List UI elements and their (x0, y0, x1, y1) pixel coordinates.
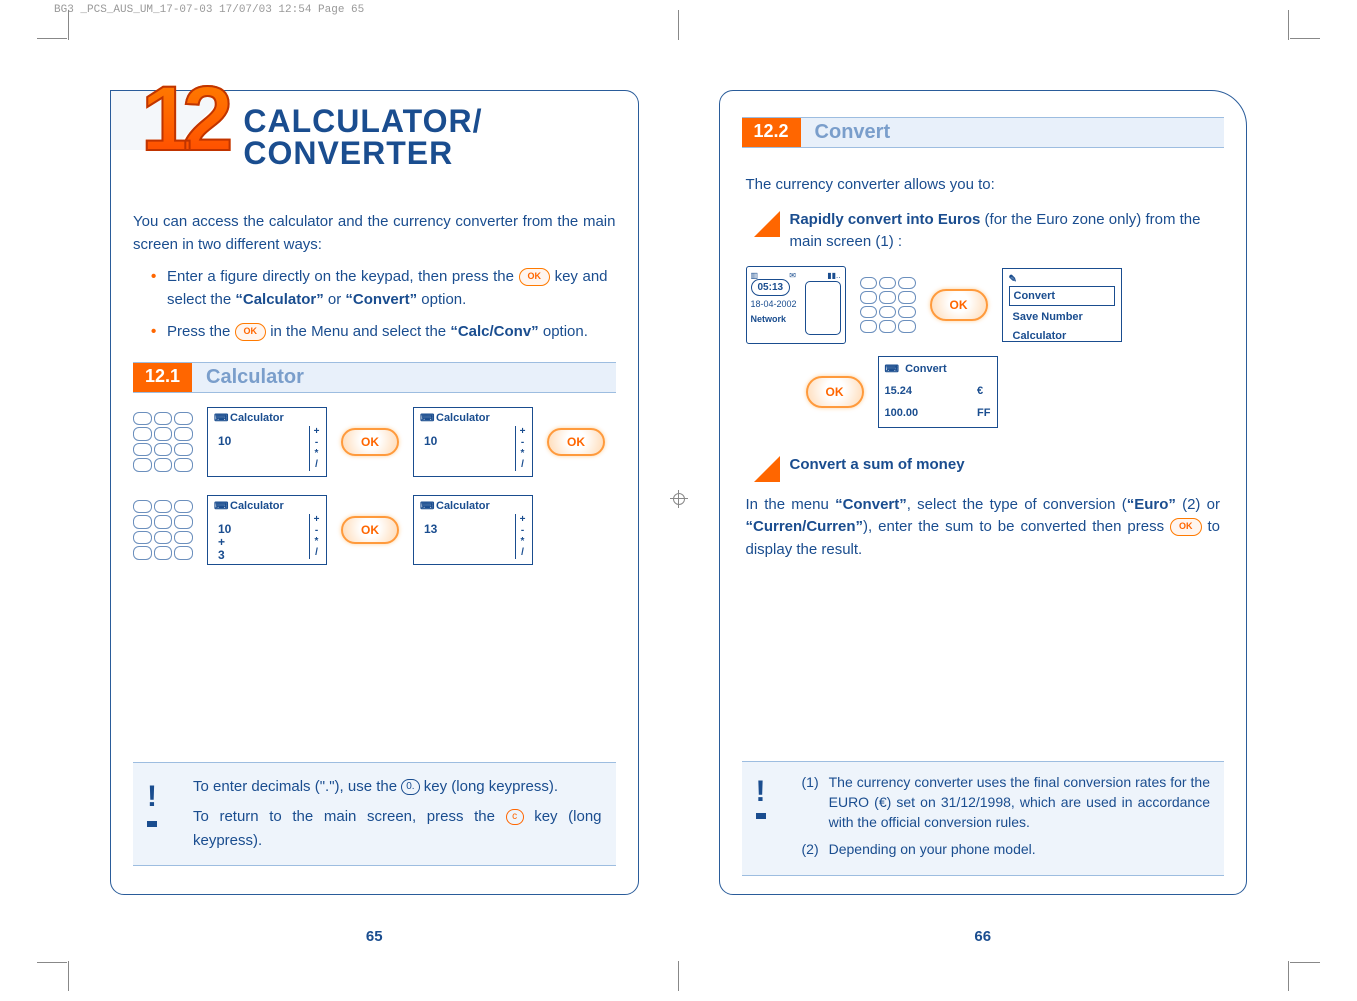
ok-key-icon: OK (1170, 518, 1202, 536)
chapter-number: 12 (141, 83, 243, 157)
footnote-number: (1) (802, 772, 819, 833)
menu-screen: ✎ Convert Save Number Calculator (1002, 268, 1122, 342)
calc-icon: ⌨ (420, 413, 434, 424)
triangle-icon (754, 211, 780, 237)
envelope-icon: ✉ (789, 270, 796, 282)
note-box: ! To enter decimals ("."), use the 0. ke… (133, 762, 616, 866)
page-65: 12 CALCULATOR/ CONVERTER You can access … (70, 50, 679, 951)
crop-mark (68, 10, 69, 40)
screen-value: 10 (218, 435, 231, 448)
keypad-icon (133, 412, 193, 472)
keypad-icon (133, 500, 193, 560)
crop-mark (678, 961, 679, 991)
crop-mark (37, 38, 67, 39)
ok-button[interactable]: OK (341, 516, 399, 544)
ok-key-icon: OK (235, 323, 267, 341)
phone-screen: ⌨ Calculator 10 +-*/ (413, 407, 533, 477)
ok-button[interactable]: OK (806, 376, 864, 408)
screen-title: Calculator (230, 412, 284, 424)
page-number: 66 (679, 928, 1288, 945)
menu-item-convert: Convert (1009, 286, 1115, 307)
print-header: BG3 _PCS_AUS_UM_17-07-03 17/07/03 12:54 … (54, 4, 364, 16)
triangle-icon (754, 456, 780, 482)
screen-value: 10 + 3 (218, 523, 231, 563)
page-66: 12.2 Convert The currency converter allo… (679, 50, 1288, 951)
operator-bar: +-*/ (515, 514, 529, 559)
c-key-icon: c (506, 809, 524, 825)
exclamation-icon: ! (756, 770, 766, 820)
calc-icon: ⌨ (214, 501, 228, 512)
pencil-icon: ✎ (1009, 272, 1017, 287)
convert-result-row: OK ⌨ Convert 15.24€ 100.00FF (806, 356, 1221, 428)
section-header-12-1: 12.1 Calculator (133, 362, 616, 393)
intro-text: You can access the calculator and the cu… (133, 211, 616, 256)
section-number: 12.1 (133, 363, 192, 392)
crop-mark (1288, 10, 1289, 40)
section-number: 12.2 (742, 118, 801, 147)
menu-item-save-number: Save Number (1009, 308, 1115, 327)
ok-button[interactable]: OK (341, 428, 399, 456)
chapter-title: CALCULATOR/ CONVERTER (243, 83, 482, 169)
crop-mark (1290, 38, 1320, 39)
section-title: Convert (801, 118, 905, 147)
ok-button[interactable]: OK (547, 428, 605, 456)
calculator-flow-row: ⌨ Calculator 10 + 3 +-*/ OK ⌨ Calculator… (133, 495, 616, 565)
keypad-icon (860, 277, 916, 333)
ff-label: FF (977, 405, 990, 423)
ok-key-icon: OK (519, 268, 551, 286)
convert-screen: ⌨ Convert 15.24€ 100.00FF (878, 356, 998, 428)
signal-icon: ▮▮.. (827, 270, 840, 282)
zero-dot-key-icon: 0. (401, 779, 419, 795)
screen-value: 10 (424, 435, 437, 448)
footnote-text: Depending on your phone model. (829, 839, 1036, 859)
crop-mark (678, 10, 679, 40)
section-header-12-2: 12.2 Convert (742, 117, 1225, 148)
triangle-bullet: Rapidly convert into Euros (for the Euro… (754, 209, 1213, 254)
calc-icon: ⌨ (885, 364, 899, 375)
battery-icon: ▥ (751, 270, 759, 282)
home-screen: ▥✉▮▮.. 05:13 18-04-2002 Network (746, 266, 846, 344)
operator-bar: +-*/ (515, 426, 529, 471)
crop-mark (37, 962, 67, 963)
phone-icon (805, 281, 841, 335)
bullet-item: Press the OK in the Menu and select the … (151, 321, 608, 344)
page-number: 65 (70, 928, 679, 945)
calc-icon: ⌨ (214, 413, 228, 424)
euro-label: € (977, 383, 990, 401)
operator-bar: +-*/ (309, 514, 323, 559)
footnote-box: ! (1) The currency converter uses the fi… (742, 761, 1225, 876)
convert-flow-row: ▥✉▮▮.. 05:13 18-04-2002 Network OK ✎ Con… (746, 266, 1221, 344)
ff-value: 100.00 (885, 405, 970, 423)
menu-item-calculator: Calculator (1009, 327, 1115, 346)
phone-screen: ⌨ Calculator 10 + 3 +-*/ (207, 495, 327, 565)
ok-button[interactable]: OK (930, 289, 988, 321)
bullet-item: Enter a figure directly on the keypad, t… (151, 266, 608, 311)
paragraph: In the menu “Convert”, select the type o… (746, 494, 1221, 562)
phone-screen: ⌨ Calculator 13 +-*/ (413, 495, 533, 565)
crop-mark (1288, 961, 1289, 991)
calculator-flow-row: ⌨ Calculator 10 +-*/ OK ⌨ Calculator 10 … (133, 407, 616, 477)
screen-title: Calculator (436, 500, 490, 512)
triangle-bullet: Convert a sum of money (754, 454, 1213, 482)
phone-screen: ⌨ Calculator 10 +-*/ (207, 407, 327, 477)
section-title: Calculator (192, 363, 318, 392)
screen-title: Calculator (436, 412, 490, 424)
calc-icon: ⌨ (420, 501, 434, 512)
crop-mark (1290, 962, 1320, 963)
screen-value: 13 (424, 523, 437, 536)
intro-text: The currency converter allows you to: (746, 174, 1221, 197)
operator-bar: +-*/ (309, 426, 323, 471)
crop-mark (68, 961, 69, 991)
footnote-text: The currency converter uses the final co… (829, 772, 1210, 833)
screen-title: Calculator (230, 500, 284, 512)
footnote-number: (2) (802, 839, 819, 859)
euro-value: 15.24 (885, 383, 970, 401)
exclamation-icon: ! (147, 773, 157, 827)
